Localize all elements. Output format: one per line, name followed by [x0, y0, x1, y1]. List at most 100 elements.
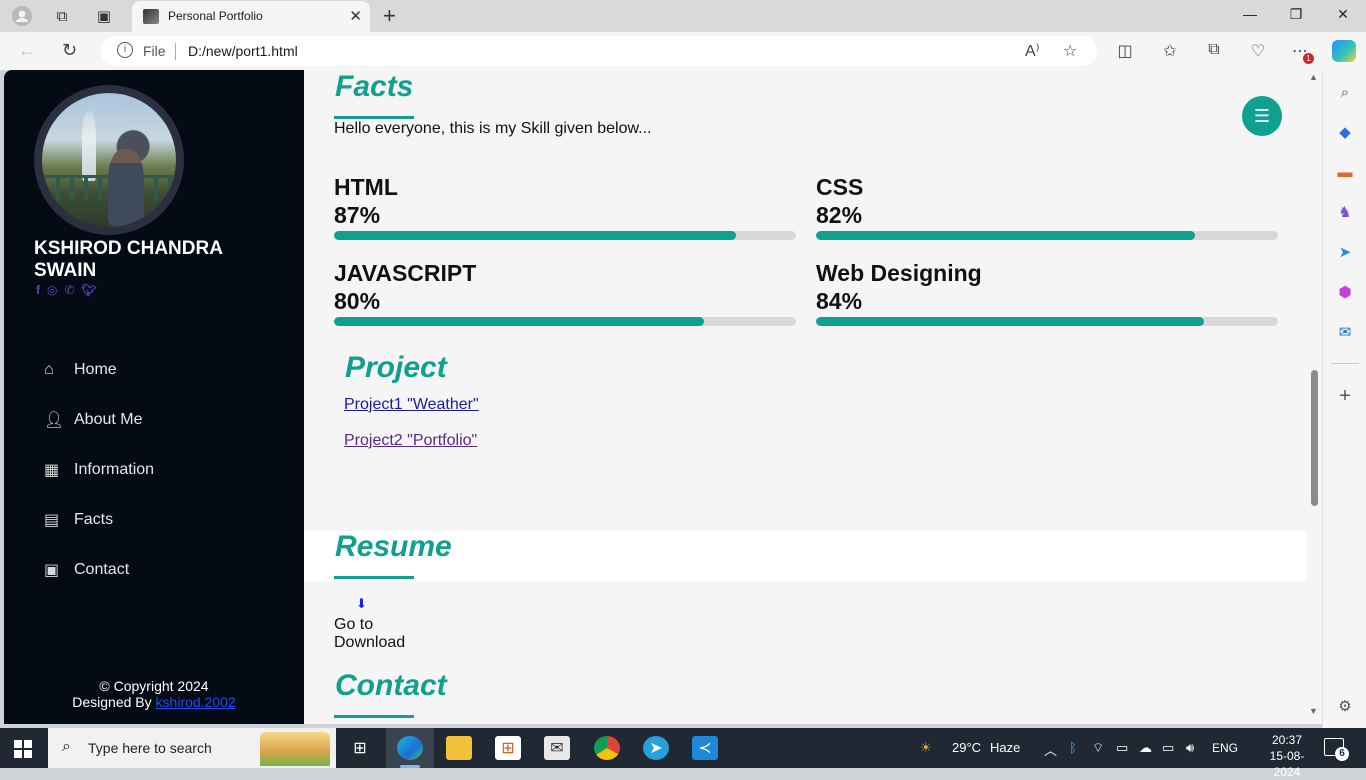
add-icon[interactable]: +	[1335, 385, 1355, 407]
nav-item-about[interactable]: 👤︎ About Me	[44, 395, 154, 445]
show-hidden-icons-icon[interactable]: ︿	[1044, 740, 1057, 759]
file-explorer-icon[interactable]	[446, 736, 472, 760]
skill-percent: 80%	[334, 288, 381, 314]
download-link[interactable]: Go to Download	[334, 616, 414, 652]
scrollbar-thumb[interactable]	[1311, 370, 1318, 506]
page-favicon-icon	[143, 9, 159, 24]
collections-icon[interactable]: ⧉	[1203, 41, 1225, 59]
network-icon[interactable]: ⌔	[1092, 740, 1104, 756]
nav-item-label: Home	[74, 361, 117, 378]
send-icon[interactable]: ➤	[1335, 242, 1355, 262]
twitter-icon[interactable]: 🐦︎	[82, 283, 97, 297]
skill-percent: 84%	[816, 288, 863, 314]
taskbar-clock[interactable]: 20:37 15-08-2024	[1260, 732, 1314, 780]
nav-item-label: Contact	[74, 561, 130, 578]
back-icon[interactable]: ←	[18, 40, 36, 61]
page-scrollbar[interactable]: ▲ ▼	[1307, 70, 1322, 720]
notification-count-badge: 6	[1335, 747, 1349, 761]
profile-name: KSHIROD CHANDRA SWAIN	[34, 238, 223, 281]
whatsapp-icon[interactable]: ✆	[64, 283, 74, 297]
browser-essentials-icon[interactable]: ♡	[1247, 41, 1269, 61]
microsoft-store-icon[interactable]: ⊞	[495, 736, 521, 760]
weather-icon[interactable]: ☀	[920, 740, 932, 756]
skill-name: Web Designing	[816, 260, 982, 286]
telegram-icon[interactable]: ➤	[643, 736, 669, 760]
edge-browser-icon[interactable]	[397, 736, 423, 760]
home-icon: ⌂	[44, 361, 54, 378]
browser-toolbar: ← ↻ i File D:/new/port1.html A⁾ ☆ ◫ ✩ ⧉ …	[0, 32, 1366, 70]
facebook-icon[interactable]: f	[36, 283, 40, 297]
settings-gear-icon[interactable]: ⚙	[1335, 696, 1355, 716]
mail-icon[interactable]: ✉	[544, 736, 570, 760]
language-indicator[interactable]: ENG	[1212, 741, 1238, 755]
address-bar[interactable]: i File D:/new/port1.html A⁾ ☆	[101, 36, 1097, 66]
favorite-star-icon[interactable]: ☆	[1063, 41, 1077, 61]
profile-icon[interactable]	[10, 4, 34, 28]
scroll-down-icon[interactable]: ▼	[1309, 706, 1318, 716]
download-icon[interactable]: ⬇	[356, 596, 367, 612]
nav-item-home[interactable]: ⌂ Home	[44, 345, 154, 395]
volume-icon[interactable]: 🔊︎	[1186, 740, 1194, 756]
close-window-icon[interactable]: ✕	[1333, 6, 1353, 23]
skill-html: HTML 87%	[334, 173, 796, 240]
nav-menu: ⌂ Home 👤︎ About Me ▦ Information ▤ Facts…	[44, 345, 154, 595]
task-view-icon[interactable]: ⊞	[347, 736, 373, 760]
clipboard-icon: ▤	[44, 512, 60, 529]
skill-progress-fill	[334, 317, 704, 326]
search-icon[interactable]: ⌕	[1335, 82, 1355, 102]
battery-icon[interactable]: ▭	[1162, 740, 1174, 756]
skill-progress-fill	[334, 231, 736, 240]
office-icon[interactable]: ⬢	[1335, 282, 1355, 302]
workspaces-icon[interactable]: ⧉	[50, 4, 74, 28]
restore-icon[interactable]: ❐	[1286, 6, 1306, 23]
start-windows-icon[interactable]	[14, 740, 32, 758]
main-content: Facts Hello everyone, this is my Skill g…	[304, 70, 1307, 724]
nav-item-contact[interactable]: ▣ Contact	[44, 545, 154, 595]
read-aloud-icon[interactable]: A⁾	[1025, 41, 1040, 61]
project-heading: Project	[345, 351, 447, 384]
user-icon: 👤︎	[44, 412, 65, 429]
designer-link[interactable]: kshirod.2002	[156, 694, 236, 710]
new-tab-icon[interactable]: +	[383, 3, 396, 29]
bluetooth-icon[interactable]: ᛒ	[1069, 740, 1077, 755]
menu-toggle-button[interactable]: ☰	[1242, 96, 1282, 136]
designed-by-label: Designed By	[72, 694, 152, 710]
project-link-portfolio[interactable]: Project2 "Portfolio"	[344, 432, 477, 450]
nav-item-information[interactable]: ▦ Information	[44, 445, 154, 495]
minimize-icon[interactable]: —	[1240, 6, 1260, 22]
copyright-text: © Copyright 2024	[99, 678, 209, 694]
meet-now-icon[interactable]: ▭	[1116, 740, 1128, 756]
close-tab-icon[interactable]: ✕	[349, 7, 362, 25]
weather-temp[interactable]: 29°C	[952, 740, 981, 755]
taskbar-search-box[interactable]: ⌕ Type here to search	[48, 728, 336, 768]
skill-progress-track	[334, 317, 796, 326]
skill-name: HTML	[334, 174, 398, 200]
instagram-icon[interactable]: ◎	[47, 283, 57, 297]
copilot-icon[interactable]	[1332, 40, 1356, 62]
cloud-icon[interactable]: ☁	[1139, 740, 1152, 756]
tab-active[interactable]: Personal Portfolio ✕	[132, 1, 370, 32]
address-url[interactable]: D:/new/port1.html	[188, 43, 298, 59]
search-icon: ⌕	[62, 738, 71, 755]
resume-section-header	[304, 531, 1307, 581]
portfolio-sidebar: KSHIROD CHANDRA SWAIN f ◎ ✆ 🐦︎ ⌂ Home 👤︎…	[4, 70, 304, 724]
project-link-weather[interactable]: Project1 "Weather"	[344, 396, 479, 414]
contact-heading-underline	[334, 715, 414, 718]
chrome-icon[interactable]	[594, 736, 620, 760]
shopping-tag-icon[interactable]: ◆	[1335, 122, 1355, 142]
taskbar-search-placeholder: Type here to search	[88, 740, 212, 756]
favorites-icon[interactable]: ✩	[1159, 41, 1181, 61]
vscode-icon[interactable]: ≺	[692, 736, 718, 760]
outlook-icon[interactable]: ✉	[1335, 322, 1355, 342]
games-icon[interactable]: ♞	[1335, 202, 1355, 222]
tab-actions-icon[interactable]: ▣	[92, 4, 116, 28]
skill-progress-fill	[816, 231, 1195, 240]
scroll-up-icon[interactable]: ▲	[1309, 72, 1318, 82]
nav-item-facts[interactable]: ▤ Facts	[44, 495, 154, 545]
avatar-photo-fountain	[82, 111, 96, 181]
site-info-icon[interactable]: i	[117, 42, 133, 58]
refresh-icon[interactable]: ↻	[62, 40, 77, 61]
weather-desc[interactable]: Haze	[990, 740, 1020, 755]
split-screen-icon[interactable]: ◫	[1114, 41, 1136, 61]
tools-icon[interactable]: ▬	[1335, 162, 1355, 182]
